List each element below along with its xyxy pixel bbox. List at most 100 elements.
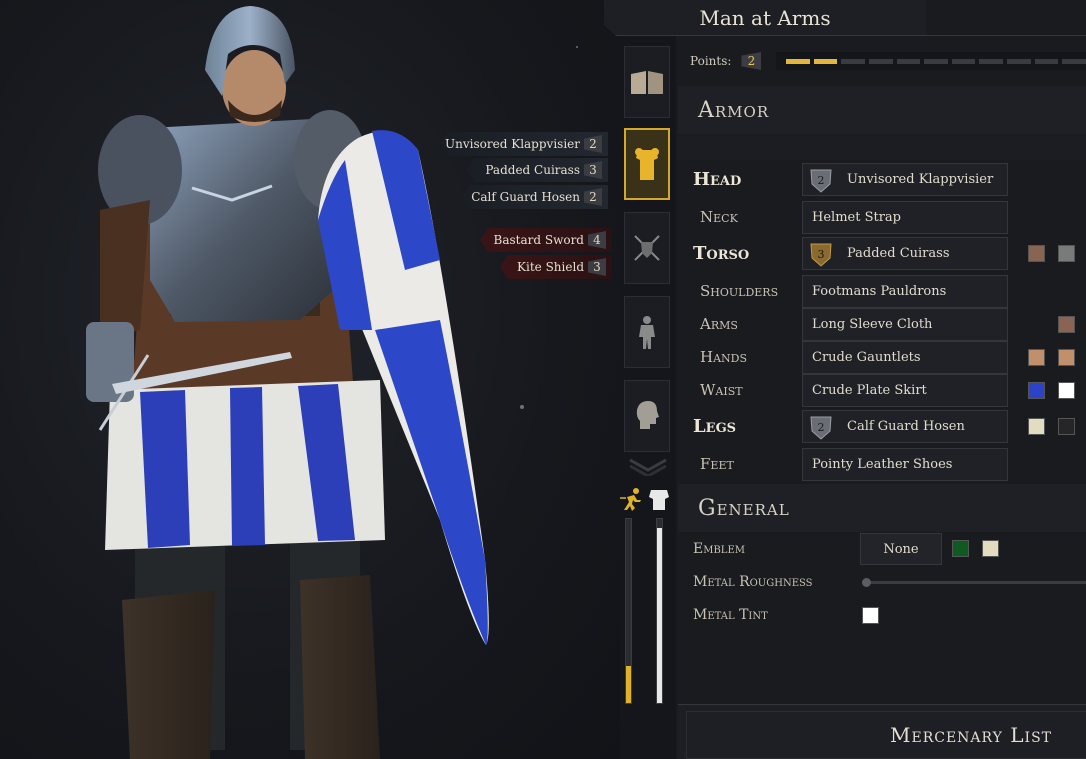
points-pip (924, 58, 948, 64)
loadout-tag-unvisored-klappvisier[interactable]: Unvisored Klappvisier 2 (440, 132, 608, 156)
category-weapons-button[interactable] (624, 212, 670, 284)
hands-color-swatch-2[interactable] (1058, 349, 1075, 366)
slot-label-legs: Legs (693, 415, 737, 437)
armor-row-feet: Feet Pointy Leather Shoes (678, 447, 1086, 481)
tier-badge-number: 3 (818, 248, 825, 261)
slot-label-shoulders: Shoulders (700, 282, 779, 300)
points-pip (896, 58, 921, 64)
tier-badge-number: 2 (818, 174, 825, 187)
tier-badge-icon: 3 (810, 243, 832, 267)
torso-color-swatch-2[interactable] (1058, 245, 1075, 262)
emblem-color-swatch-2[interactable] (982, 540, 999, 557)
category-head-button[interactable] (624, 380, 670, 452)
category-book-button[interactable] (624, 46, 670, 118)
tag-name: Kite Shield (517, 260, 584, 274)
tier-badge-number: 2 (818, 421, 825, 434)
category-body-button[interactable] (624, 296, 670, 368)
book-icon (631, 71, 663, 94)
tag-cost: 3 (584, 161, 602, 179)
armor-row-hands: Hands Crude Gauntlets (678, 340, 1086, 374)
slot-label-head: Head (693, 168, 742, 190)
points-pip (951, 58, 976, 64)
metal-roughness-slider[interactable] (862, 578, 1086, 587)
slot-item-hands[interactable]: Crude Gauntlets (802, 341, 1008, 374)
points-pip (786, 58, 810, 64)
waist-color-swatch-2[interactable] (1058, 382, 1075, 399)
class-title: Man at Arms (604, 0, 926, 36)
chevron-down-icon[interactable] (628, 458, 668, 476)
emblem-selector[interactable]: None (860, 533, 942, 565)
slot-item-torso[interactable]: 3 Padded Cuirass (802, 237, 1008, 270)
speed-runner-icon (620, 488, 641, 511)
points-pip (979, 58, 1004, 64)
slot-item-name: Unvisored Klappvisier (847, 172, 994, 187)
general-row-metal-roughness: Metal Roughness (678, 565, 1086, 599)
slot-label-hands: Hands (700, 348, 748, 366)
emblem-color-swatch-1[interactable] (952, 540, 969, 557)
armor-stat-icon (649, 490, 669, 510)
points-pip (841, 58, 865, 64)
hands-color-swatch-1[interactable] (1028, 349, 1045, 366)
slot-label-waist: Waist (700, 381, 743, 399)
loadout-tag-bastard-sword[interactable]: Bastard Sword 4 (480, 228, 612, 252)
speed-bar (625, 518, 632, 704)
emblem-label: Emblem (693, 541, 745, 557)
waist-color-swatch-1[interactable] (1028, 382, 1045, 399)
metal-roughness-label: Metal Roughness (693, 574, 813, 590)
armor-row-waist: Waist Crude Plate Skirt (678, 373, 1086, 407)
slot-item-name: Pointy Leather Shoes (812, 457, 953, 472)
slot-item-head[interactable]: 2 Unvisored Klappvisier (802, 163, 1008, 196)
points-label: Points: (690, 54, 732, 68)
loadout-tag-calf-guard-hosen[interactable]: Calf Guard Hosen 2 (462, 185, 608, 209)
character-preview[interactable]: Unvisored Klappvisier 2 Padded Cuirass 3… (0, 0, 620, 759)
armor-bar (656, 518, 663, 704)
armor-row-head: Head 2 Unvisored Klappvisier (678, 162, 1086, 196)
slot-item-name: Crude Plate Skirt (812, 383, 927, 398)
tag-name: Calf Guard Hosen (471, 190, 580, 204)
armor-row-legs: Legs 2 Calf Guard Hosen (678, 409, 1086, 443)
arms-color-swatch-1[interactable] (1058, 316, 1075, 333)
tag-name: Bastard Sword (493, 233, 584, 247)
title-bar-extension (926, 0, 1086, 36)
slot-item-feet[interactable]: Pointy Leather Shoes (802, 448, 1008, 481)
slot-item-shoulders[interactable]: Footmans Pauldrons (802, 275, 1008, 308)
category-armor-button[interactable] (624, 128, 670, 200)
slot-item-name: Crude Gauntlets (812, 350, 921, 365)
points-pip (868, 58, 893, 64)
slot-item-name: Padded Cuirass (847, 246, 950, 261)
slot-item-neck[interactable]: Helmet Strap (802, 201, 1008, 234)
slot-item-arms[interactable]: Long Sleeve Cloth (802, 308, 1008, 341)
points-pip (1034, 58, 1059, 64)
slot-item-name: Long Sleeve Cloth (812, 317, 933, 332)
mercenary-list-label: Mercenary List (686, 711, 1086, 759)
metal-tint-swatch[interactable] (862, 607, 879, 624)
legs-color-swatch-1[interactable] (1028, 418, 1045, 435)
mercenary-list-button[interactable]: Mercenary List (678, 704, 1086, 759)
slot-item-waist[interactable]: Crude Plate Skirt (802, 374, 1008, 407)
armor-icon (635, 148, 659, 180)
tag-cost: 2 (584, 135, 602, 153)
slot-item-name: Calf Guard Hosen (847, 419, 965, 434)
torso-color-swatch-1[interactable] (1028, 245, 1045, 262)
tier-badge-icon: 2 (810, 169, 832, 193)
slider-handle[interactable] (862, 578, 871, 587)
tag-cost: 4 (588, 231, 606, 249)
slot-item-legs[interactable]: 2 Calf Guard Hosen (802, 410, 1008, 443)
slot-label-arms: Arms (700, 315, 738, 333)
category-column (620, 40, 676, 759)
legs-color-swatch-2[interactable] (1058, 418, 1075, 435)
tag-name: Padded Cuirass (485, 163, 580, 177)
loadout-tag-padded-cuirass[interactable]: Padded Cuirass 3 (466, 158, 608, 182)
armor-subheader-bar (678, 136, 1086, 160)
speed-bar-fill (626, 666, 631, 703)
slot-item-name: Helmet Strap (812, 210, 901, 225)
body-silhouette-icon (639, 316, 655, 349)
armor-row-shoulders: Shoulders Footmans Pauldrons (678, 274, 1086, 308)
crossed-swords-shield-icon (634, 235, 660, 261)
armor-row-neck: Neck Helmet Strap (678, 200, 1086, 234)
points-pip (813, 58, 838, 64)
points-value: 2 (741, 52, 762, 70)
head-profile-icon (636, 401, 659, 429)
loadout-tag-kite-shield[interactable]: Kite Shield 3 (500, 255, 612, 279)
armor-section-header: Armor (678, 86, 1086, 134)
